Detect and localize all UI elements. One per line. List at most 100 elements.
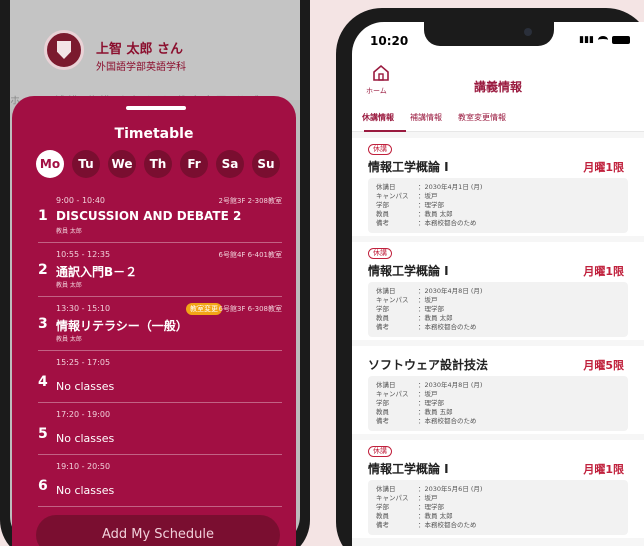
status-bar-icons: ▮▮▮ xyxy=(579,35,630,45)
period-number: 2 xyxy=(38,262,48,278)
lecture-card[interactable]: 休講 情報工学概論 I 月曜1限 休講日 ：2030年4月1日 (月) キャンパス… xyxy=(352,138,644,236)
divider xyxy=(38,506,282,507)
detail-key: 休講日 xyxy=(376,287,396,295)
tab-room-changes[interactable]: 教室変更情報 xyxy=(458,112,506,123)
cancelled-tag: 休講 xyxy=(368,446,392,457)
tab-bar: 休講情報 補講情報 教室変更情報 xyxy=(352,106,644,132)
status-bar-time: 10:20 xyxy=(370,34,409,48)
tab-makeup-classes[interactable]: 補講情報 xyxy=(410,112,442,123)
lecture-card[interactable]: ソフトウェア設計技法 月曜5限 休講日 ：2030年4月8日 (月) キャンパス ：… xyxy=(352,346,644,434)
detail-value: ：教員 太郎 xyxy=(418,210,453,218)
lecture-details: 休講日 ：2030年4月1日 (月) キャンパス ：坂戸 学部 ：理学部 教員 ：教員 … xyxy=(368,178,628,233)
day-sa[interactable]: Sa xyxy=(216,150,244,178)
battery-icon xyxy=(612,36,630,44)
lecture-card[interactable]: 休講 情報工学概論 I 月曜1限 休講日 ：2030年4月8日 (月) キャンパス… xyxy=(352,242,644,340)
detail-key: 休講日 xyxy=(376,381,396,389)
room-change-badge: 教室変更 xyxy=(186,303,222,315)
course-title: 情報工学概論 I xyxy=(368,160,449,174)
detail-value: ：坂戸 xyxy=(418,390,438,398)
day-su[interactable]: Su xyxy=(252,150,280,178)
day-we[interactable]: We xyxy=(108,150,136,178)
detail-value: ：2030年4月1日 (月) xyxy=(418,183,483,191)
detail-key: 休講日 xyxy=(376,485,396,493)
period-number: 6 xyxy=(38,478,48,494)
lecture-details: 休講日 ：2030年5月6日 (月) キャンパス ：坂戸 学部 ：理学部 教員 ：教員 … xyxy=(368,480,628,535)
no-classes-label: No classes xyxy=(56,432,115,445)
cancelled-tag: 休講 xyxy=(368,144,392,155)
cancelled-tag: 休講 xyxy=(368,248,392,259)
detail-value: ：2030年4月8日 (月) xyxy=(418,381,483,389)
divider xyxy=(38,454,282,455)
day-fr[interactable]: Fr xyxy=(180,150,208,178)
course-name: DISCUSSION AND DEBATE 2 xyxy=(56,209,242,223)
detail-key: 備考 xyxy=(376,417,389,425)
detail-value: ：坂戸 xyxy=(418,494,438,502)
period-row-2[interactable]: 2 10:55 - 12:35 6号館4F 6-401教室 通訳入門B－２ 教員… xyxy=(38,250,282,290)
period-row-6[interactable]: 6 19:10 - 20:50 No classes xyxy=(38,462,282,502)
page-title: 講義情報 xyxy=(473,80,522,94)
detail-value: ：本務校都合のため xyxy=(418,323,477,331)
timetable-title: Timetable xyxy=(114,126,194,142)
period-number: 5 xyxy=(38,426,48,442)
phone-notch xyxy=(424,22,554,46)
day-selector: Mo Tu We Th Fr Sa Su xyxy=(36,150,280,178)
detail-value: ：理学部 xyxy=(418,305,444,313)
profile-header: 上智 太郎 さん 外国語学部英語学科 xyxy=(10,0,300,100)
day-th[interactable]: Th xyxy=(144,150,172,178)
period-room: 6号館3F 6-308教室 xyxy=(218,305,283,313)
detail-key: キャンパス xyxy=(376,296,409,304)
add-my-schedule-button[interactable]: Add My Schedule xyxy=(36,515,280,546)
period-row-1[interactable]: 1 9:00 - 10:40 2号館3F 2-308教室 DISCUSSION … xyxy=(38,196,282,236)
sheet-drag-handle[interactable] xyxy=(126,106,186,110)
detail-key: 教員 xyxy=(376,408,389,416)
teacher-name: 教員 太郎 xyxy=(56,228,82,235)
period-room: 2号館3F 2-308教室 xyxy=(218,197,283,205)
user-department: 外国語学部英語学科 xyxy=(96,62,186,73)
divider xyxy=(38,296,282,297)
teacher-name: 教員 太郎 xyxy=(56,336,82,343)
course-name: 情報リテラシー（一般） xyxy=(56,319,188,333)
tab-cancellations[interactable]: 休講情報 xyxy=(362,112,394,123)
detail-key: キャンパス xyxy=(376,494,409,502)
period-number: 4 xyxy=(38,374,48,390)
period-number: 3 xyxy=(38,316,48,332)
period-row-5[interactable]: 5 17:20 - 19:00 No classes xyxy=(38,410,282,450)
divider xyxy=(38,242,282,243)
course-period: 月曜1限 xyxy=(583,161,624,174)
detail-key: キャンパス xyxy=(376,390,409,398)
no-classes-label: No classes xyxy=(56,380,115,393)
period-time: 13:30 - 15:10 xyxy=(56,304,111,313)
course-title: ソフトウェア設計技法 xyxy=(368,358,489,372)
detail-key: 学部 xyxy=(376,503,389,511)
right-phone-screen: 10:20 ▮▮▮ ホーム 講義情報 休講情報 補講情報 教室変更情報 休講 情… xyxy=(352,22,644,546)
course-name: 通訳入門B－２ xyxy=(56,265,138,279)
detail-key: キャンパス xyxy=(376,192,409,200)
period-time: 19:10 - 20:50 xyxy=(56,462,111,471)
lecture-details: 休講日 ：2030年4月8日 (月) キャンパス ：坂戸 学部 ：理学部 教員 ：教員 … xyxy=(368,282,628,337)
lecture-details: 休講日 ：2030年4月8日 (月) キャンパス ：坂戸 学部 ：理学部 教員 ：教員 … xyxy=(368,376,628,431)
day-tu[interactable]: Tu xyxy=(72,150,100,178)
detail-value: ：理学部 xyxy=(418,503,444,511)
detail-key: 備考 xyxy=(376,323,389,331)
detail-key: 学部 xyxy=(376,305,389,313)
wifi-icon xyxy=(598,36,608,44)
day-mo[interactable]: Mo xyxy=(36,150,64,178)
lecture-info-list: 休講 情報工学概論 I 月曜1限 休講日 ：2030年4月1日 (月) キャンパス… xyxy=(352,132,644,546)
divider xyxy=(38,402,282,403)
period-time: 9:00 - 10:40 xyxy=(56,196,105,205)
detail-value: ：本務校都合のため xyxy=(418,219,477,227)
detail-key: 備考 xyxy=(376,219,389,227)
course-period: 月曜1限 xyxy=(583,463,624,476)
signal-icon: ▮▮▮ xyxy=(579,35,594,45)
detail-key: 教員 xyxy=(376,210,389,218)
period-row-3[interactable]: 3 13:30 - 15:10 教室変更 6号館3F 6-308教室 情報リテラ… xyxy=(38,303,283,344)
period-time: 15:25 - 17:05 xyxy=(56,358,111,367)
course-period: 月曜1限 xyxy=(583,265,624,278)
detail-key: 休講日 xyxy=(376,183,396,191)
period-row-4[interactable]: 4 15:25 - 17:05 No classes xyxy=(38,358,282,398)
lecture-card[interactable]: 休講 情報工学概論 I 月曜1限 休講日 ：2030年5月6日 (月) キャンパス… xyxy=(352,440,644,538)
detail-key: 備考 xyxy=(376,521,389,529)
detail-value: ：理学部 xyxy=(418,201,444,209)
detail-value: ：2030年4月8日 (月) xyxy=(418,287,483,295)
detail-key: 教員 xyxy=(376,512,389,520)
